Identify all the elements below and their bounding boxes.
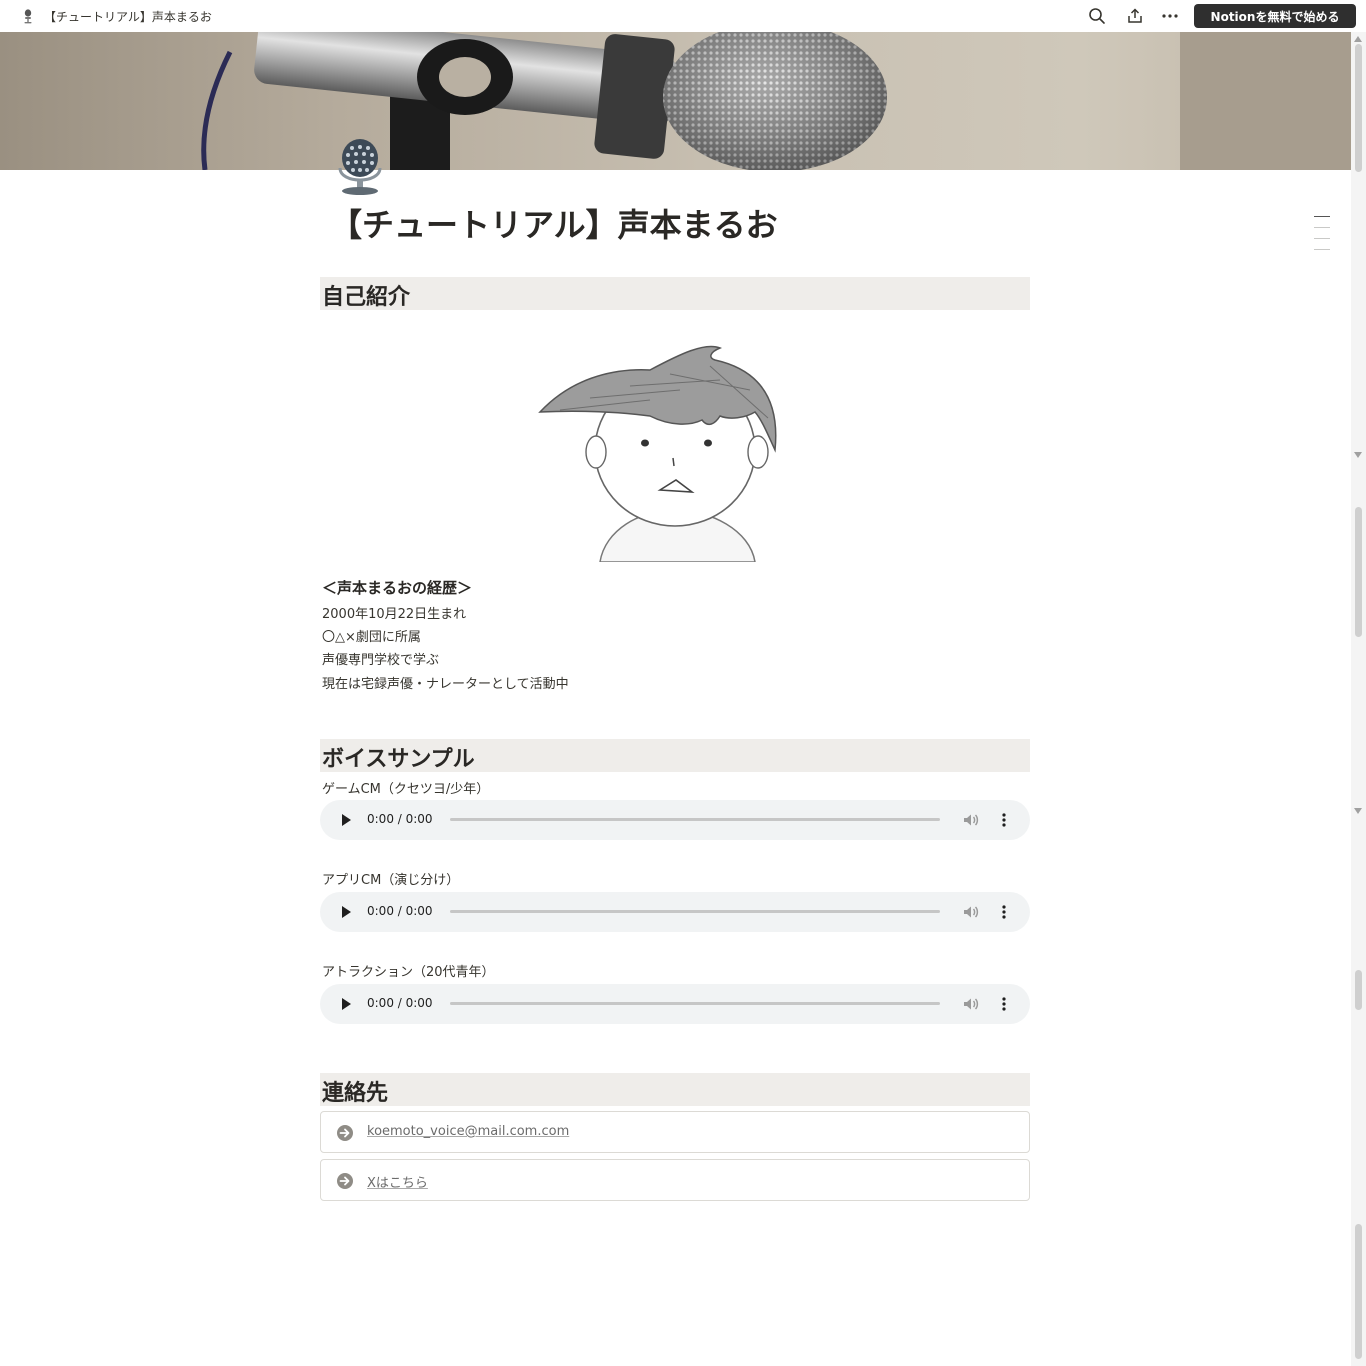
contact-x-text[interactable]: Xはこちら (367, 1172, 428, 1191)
audio-player[interactable]: 0:00 / 0:00 (320, 892, 1030, 932)
microphone-icon (24, 9, 32, 24)
volume-icon[interactable] (962, 995, 980, 1013)
voice-sample-label: ゲームCM（クセツヨ/少年） (322, 782, 490, 797)
audio-progress-track[interactable] (450, 910, 940, 913)
play-button[interactable] (342, 998, 351, 1010)
play-button[interactable] (342, 906, 351, 918)
career-line: 〇△×劇団に所属 (322, 630, 421, 645)
vertical-scrollbar[interactable] (1351, 32, 1366, 1366)
section-heading-contact-text: 連絡先 (322, 1081, 389, 1106)
more-options-icon[interactable] (996, 903, 1012, 921)
audio-progress-track[interactable] (450, 818, 940, 821)
more-icon[interactable] (1160, 6, 1180, 26)
table-of-contents-minimap[interactable] (1314, 216, 1330, 260)
contact-email-link[interactable]: koemoto_voice@mail.com.com (320, 1111, 1030, 1153)
section-heading-voice-text: ボイスサンプル (322, 747, 475, 772)
cover-image (0, 32, 1351, 170)
scroll-thumb-4[interactable] (1355, 1224, 1362, 1359)
career-line: 声優専門学校で学ぶ (322, 653, 440, 668)
volume-icon[interactable] (962, 903, 980, 921)
scroll-up-arrow[interactable] (1354, 36, 1362, 42)
scroll-thumb-1[interactable] (1355, 44, 1362, 172)
page-breadcrumb-title[interactable]: 【チュートリアル】声本まるお (44, 8, 212, 25)
audio-player[interactable]: 0:00 / 0:00 (320, 984, 1030, 1024)
contact-email-text[interactable]: koemoto_voice@mail.com.com (367, 1124, 569, 1139)
scroll-thumb-2[interactable] (1355, 507, 1362, 637)
arrow-circle-icon (337, 1173, 353, 1189)
more-options-icon[interactable] (996, 811, 1012, 829)
share-icon[interactable] (1125, 6, 1145, 26)
audio-time: 0:00 / 0:00 (367, 812, 433, 826)
career-line: 現在は宅録声優・ナレーターとして活動中 (322, 677, 569, 692)
search-icon[interactable] (1087, 6, 1107, 26)
section-heading-intro: 自己紹介 (320, 277, 1030, 310)
more-options-icon[interactable] (996, 995, 1012, 1013)
section-heading-contact: 連絡先 (320, 1073, 1030, 1106)
voice-sample-label: アトラクション（20代青年） (322, 965, 495, 980)
audio-time: 0:00 / 0:00 (367, 904, 433, 918)
scroll-thumb-3[interactable] (1355, 970, 1362, 1010)
profile-illustration (538, 345, 777, 562)
start-notion-free-button[interactable]: Notionを無料で始める (1194, 4, 1356, 28)
contact-x-link[interactable]: Xはこちら (320, 1159, 1030, 1201)
audio-progress-track[interactable] (450, 1002, 940, 1005)
arrow-circle-icon (337, 1125, 353, 1141)
scroll-arrow-1[interactable] (1354, 452, 1362, 458)
top-bar: 【チュートリアル】声本まるお Notionを無料で始める (0, 0, 1366, 32)
play-button[interactable] (342, 814, 351, 826)
audio-player[interactable]: 0:00 / 0:00 (320, 800, 1030, 840)
career-title: ＜声本まるおの経歴＞ (322, 579, 473, 597)
volume-icon[interactable] (962, 811, 980, 829)
page-title: 【チュートリアル】声本まるお (330, 206, 778, 244)
studio-microphone-icon[interactable] (330, 138, 390, 198)
voice-sample-label: アプリCM（演じ分け） (322, 873, 460, 888)
audio-time: 0:00 / 0:00 (367, 996, 433, 1010)
scroll-arrow-2[interactable] (1354, 808, 1362, 814)
section-heading-voice: ボイスサンプル (320, 739, 1030, 772)
section-heading-intro-text: 自己紹介 (322, 285, 411, 310)
career-line: 2000年10月22日生まれ (322, 607, 467, 622)
